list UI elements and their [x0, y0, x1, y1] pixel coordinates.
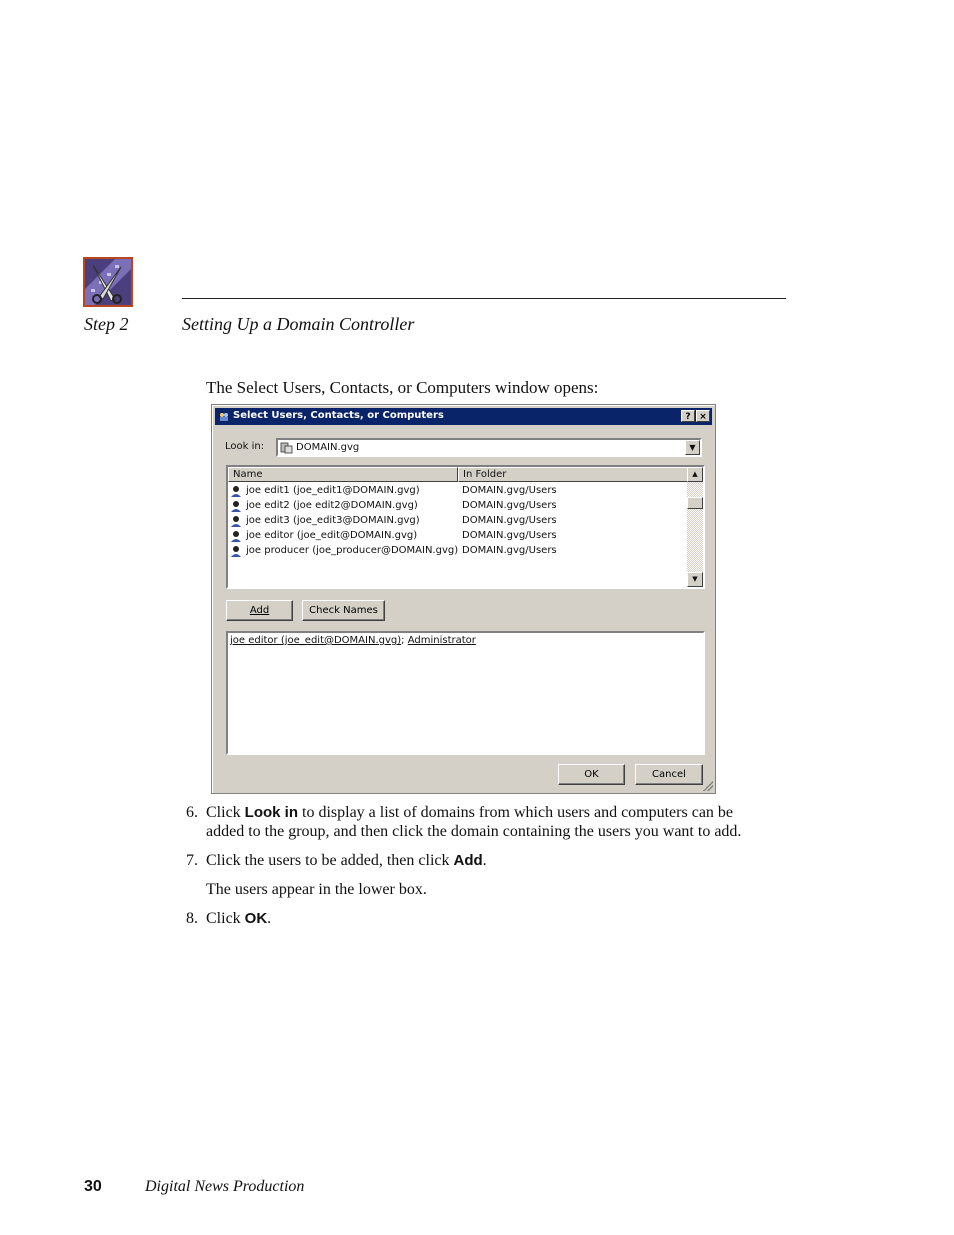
step-7: 7. Click the users to be added, then cli… — [186, 852, 487, 869]
header-rule — [182, 298, 786, 299]
ok-button[interactable]: OK — [558, 764, 625, 785]
selected-users-box[interactable]: joe editor (joe_edit@DOMAIN.gvg); Admini… — [226, 631, 705, 755]
intro-text: The Select Users, Contacts, or Computers… — [206, 378, 599, 397]
instruction-steps: 6. Click Look in to display a list of do… — [186, 803, 746, 938]
column-header-folder[interactable]: In Folder — [458, 467, 688, 482]
chevron-down-icon[interactable]: ▼ — [685, 440, 700, 455]
user-icon — [231, 546, 241, 557]
section-title: Setting Up a Domain Controller — [182, 314, 415, 334]
list-scrollbar[interactable]: ▲ ▼ — [687, 467, 703, 587]
cancel-button[interactable]: Cancel — [635, 764, 703, 785]
add-button[interactable]: Add — [226, 600, 293, 621]
select-users-dialog: Select Users, Contacts, or Computers ? ×… — [211, 404, 716, 794]
product-logo — [83, 257, 133, 307]
check-names-button[interactable]: Check Names — [302, 600, 385, 621]
domain-icon — [280, 442, 293, 454]
user-icon — [231, 501, 241, 512]
list-item[interactable]: joe producer (joe_producer@DOMAIN.gvg) D… — [228, 544, 688, 559]
scroll-thumb[interactable] — [687, 497, 703, 509]
step-7-result: The users appear in the lower box. — [206, 881, 427, 898]
users-icon — [220, 413, 228, 421]
look-in-value: DOMAIN.gvg — [296, 442, 360, 453]
scroll-up-icon[interactable]: ▲ — [687, 467, 703, 482]
help-button[interactable]: ? — [681, 410, 695, 422]
close-button[interactable]: × — [696, 410, 710, 422]
scroll-down-icon[interactable]: ▼ — [687, 572, 703, 587]
look-in-label: Look in: — [225, 441, 265, 452]
users-list[interactable]: Name In Folder joe edit1 (joe_edit1@DOMA… — [226, 465, 705, 589]
dialog-title: Select Users, Contacts, or Computers — [233, 410, 444, 421]
selected-user-link[interactable]: joe editor (joe_edit@DOMAIN.gvg) — [230, 635, 401, 646]
list-item[interactable]: joe editor (joe_edit@DOMAIN.gvg) DOMAIN.… — [228, 529, 688, 544]
step-6: 6. Click Look in to display a list of do… — [186, 804, 742, 840]
page-number: 30 — [84, 1178, 102, 1195]
film-scissors-icon — [85, 259, 131, 305]
step-label: Step 2 — [84, 314, 129, 334]
list-item[interactable]: joe edit2 (joe edit2@DOMAIN.gvg) DOMAIN.… — [228, 499, 688, 514]
user-icon — [231, 531, 241, 542]
look-in-combo[interactable]: DOMAIN.gvg ▼ — [276, 438, 702, 457]
list-item[interactable]: joe edit1 (joe_edit1@DOMAIN.gvg) DOMAIN.… — [228, 484, 688, 499]
step-8: 8. Click OK. — [186, 910, 272, 927]
user-icon — [231, 516, 241, 527]
column-header-name[interactable]: Name — [228, 467, 458, 482]
dialog-titlebar: Select Users, Contacts, or Computers ? × — [215, 408, 712, 425]
selected-admin-link[interactable]: Administrator — [408, 635, 476, 646]
book-title: Digital News Production — [145, 1178, 305, 1195]
list-item[interactable]: joe edit3 (joe_edit3@DOMAIN.gvg) DOMAIN.… — [228, 514, 688, 529]
user-icon — [231, 486, 241, 497]
resize-grip-icon[interactable] — [703, 781, 713, 791]
